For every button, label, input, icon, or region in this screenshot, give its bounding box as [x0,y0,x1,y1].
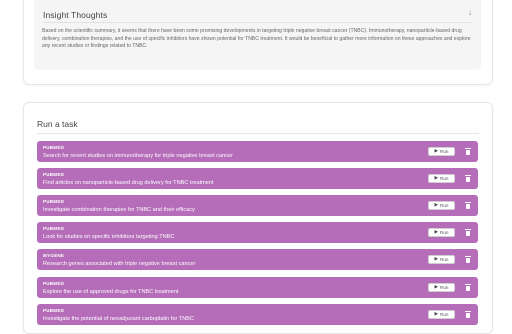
task-description: Search for recent studies on immunothera… [43,153,233,159]
trash-icon[interactable] [465,147,471,156]
play-icon: ▶ [434,256,439,262]
insight-card: Insight Thoughts ↓ Based on the scientif… [23,0,493,85]
run-button[interactable]: ▶ Run [428,310,455,319]
task-source: MYGENE [43,253,65,258]
task-source: PUBMED [43,281,65,286]
run-button[interactable]: ▶ Run [428,174,455,183]
run-button[interactable]: ▶ Run [428,283,455,292]
run-button[interactable]: ▶ Run [428,255,455,264]
insight-text: Based on the scientific summary, it seem… [42,28,471,50]
run-label: Run [440,257,449,262]
divider [43,22,472,23]
run-button[interactable]: ▶ Run [428,147,455,156]
trash-icon[interactable] [465,255,471,264]
task-description: Find articles on nanoparticle-based drug… [43,180,214,186]
task-item: MYGENE Research genes associated with tr… [37,249,478,270]
task-description: Investigate combination therapies for TN… [43,207,195,213]
task-description: Investigate the potential of neoadjuvant… [43,316,195,322]
task-item: PUBMED Find articles on nanoparticle-bas… [37,168,478,189]
run-label: Run [440,176,449,181]
trash-icon[interactable] [465,228,471,237]
play-icon: ▶ [434,311,439,317]
task-item: PUBMED Search for recent studies on immu… [37,141,478,162]
task-item: PUBMED Look for studies on specific inhi… [37,222,478,243]
chevron-down-icon[interactable]: ↓ [468,8,472,17]
task-item: PUBMED Investigate the potential of neoa… [37,304,478,325]
task-description: Look for studies on specific inhibitors … [43,234,175,240]
run-label: Run [440,312,449,317]
task-source: PUBMED [43,308,65,313]
task-description: Explore the use of approved drugs for TN… [43,289,179,295]
tasks-title: Run a task [37,119,78,129]
trash-icon[interactable] [465,201,471,210]
play-icon: ▶ [434,229,439,235]
task-description: Research genes associated with triple ne… [43,261,196,267]
task-source: PUBMED [43,145,65,150]
play-icon: ▶ [434,175,439,181]
trash-icon[interactable] [465,310,471,319]
insight-panel[interactable]: Insight Thoughts ↓ Based on the scientif… [34,0,481,70]
tasks-card: Run a task PUBMED Search for recent stud… [23,102,493,334]
run-label: Run [440,285,449,290]
run-label: Run [440,203,449,208]
trash-icon[interactable] [465,283,471,292]
task-source: PUBMED [43,172,65,177]
play-icon: ▶ [434,202,439,208]
trash-icon[interactable] [465,174,471,183]
play-icon: ▶ [434,284,439,290]
insight-title: Insight Thoughts [43,10,108,20]
play-icon: ▶ [434,148,439,154]
run-label: Run [440,230,449,235]
run-button[interactable]: ▶ Run [428,228,455,237]
task-source: PUBMED [43,199,65,204]
task-source: PUBMED [43,226,65,231]
run-label: Run [440,149,449,154]
run-button[interactable]: ▶ Run [428,201,455,210]
divider [37,133,479,134]
task-item: PUBMED Investigate combination therapies… [37,195,478,216]
task-item: PUBMED Explore the use of approved drugs… [37,277,478,298]
